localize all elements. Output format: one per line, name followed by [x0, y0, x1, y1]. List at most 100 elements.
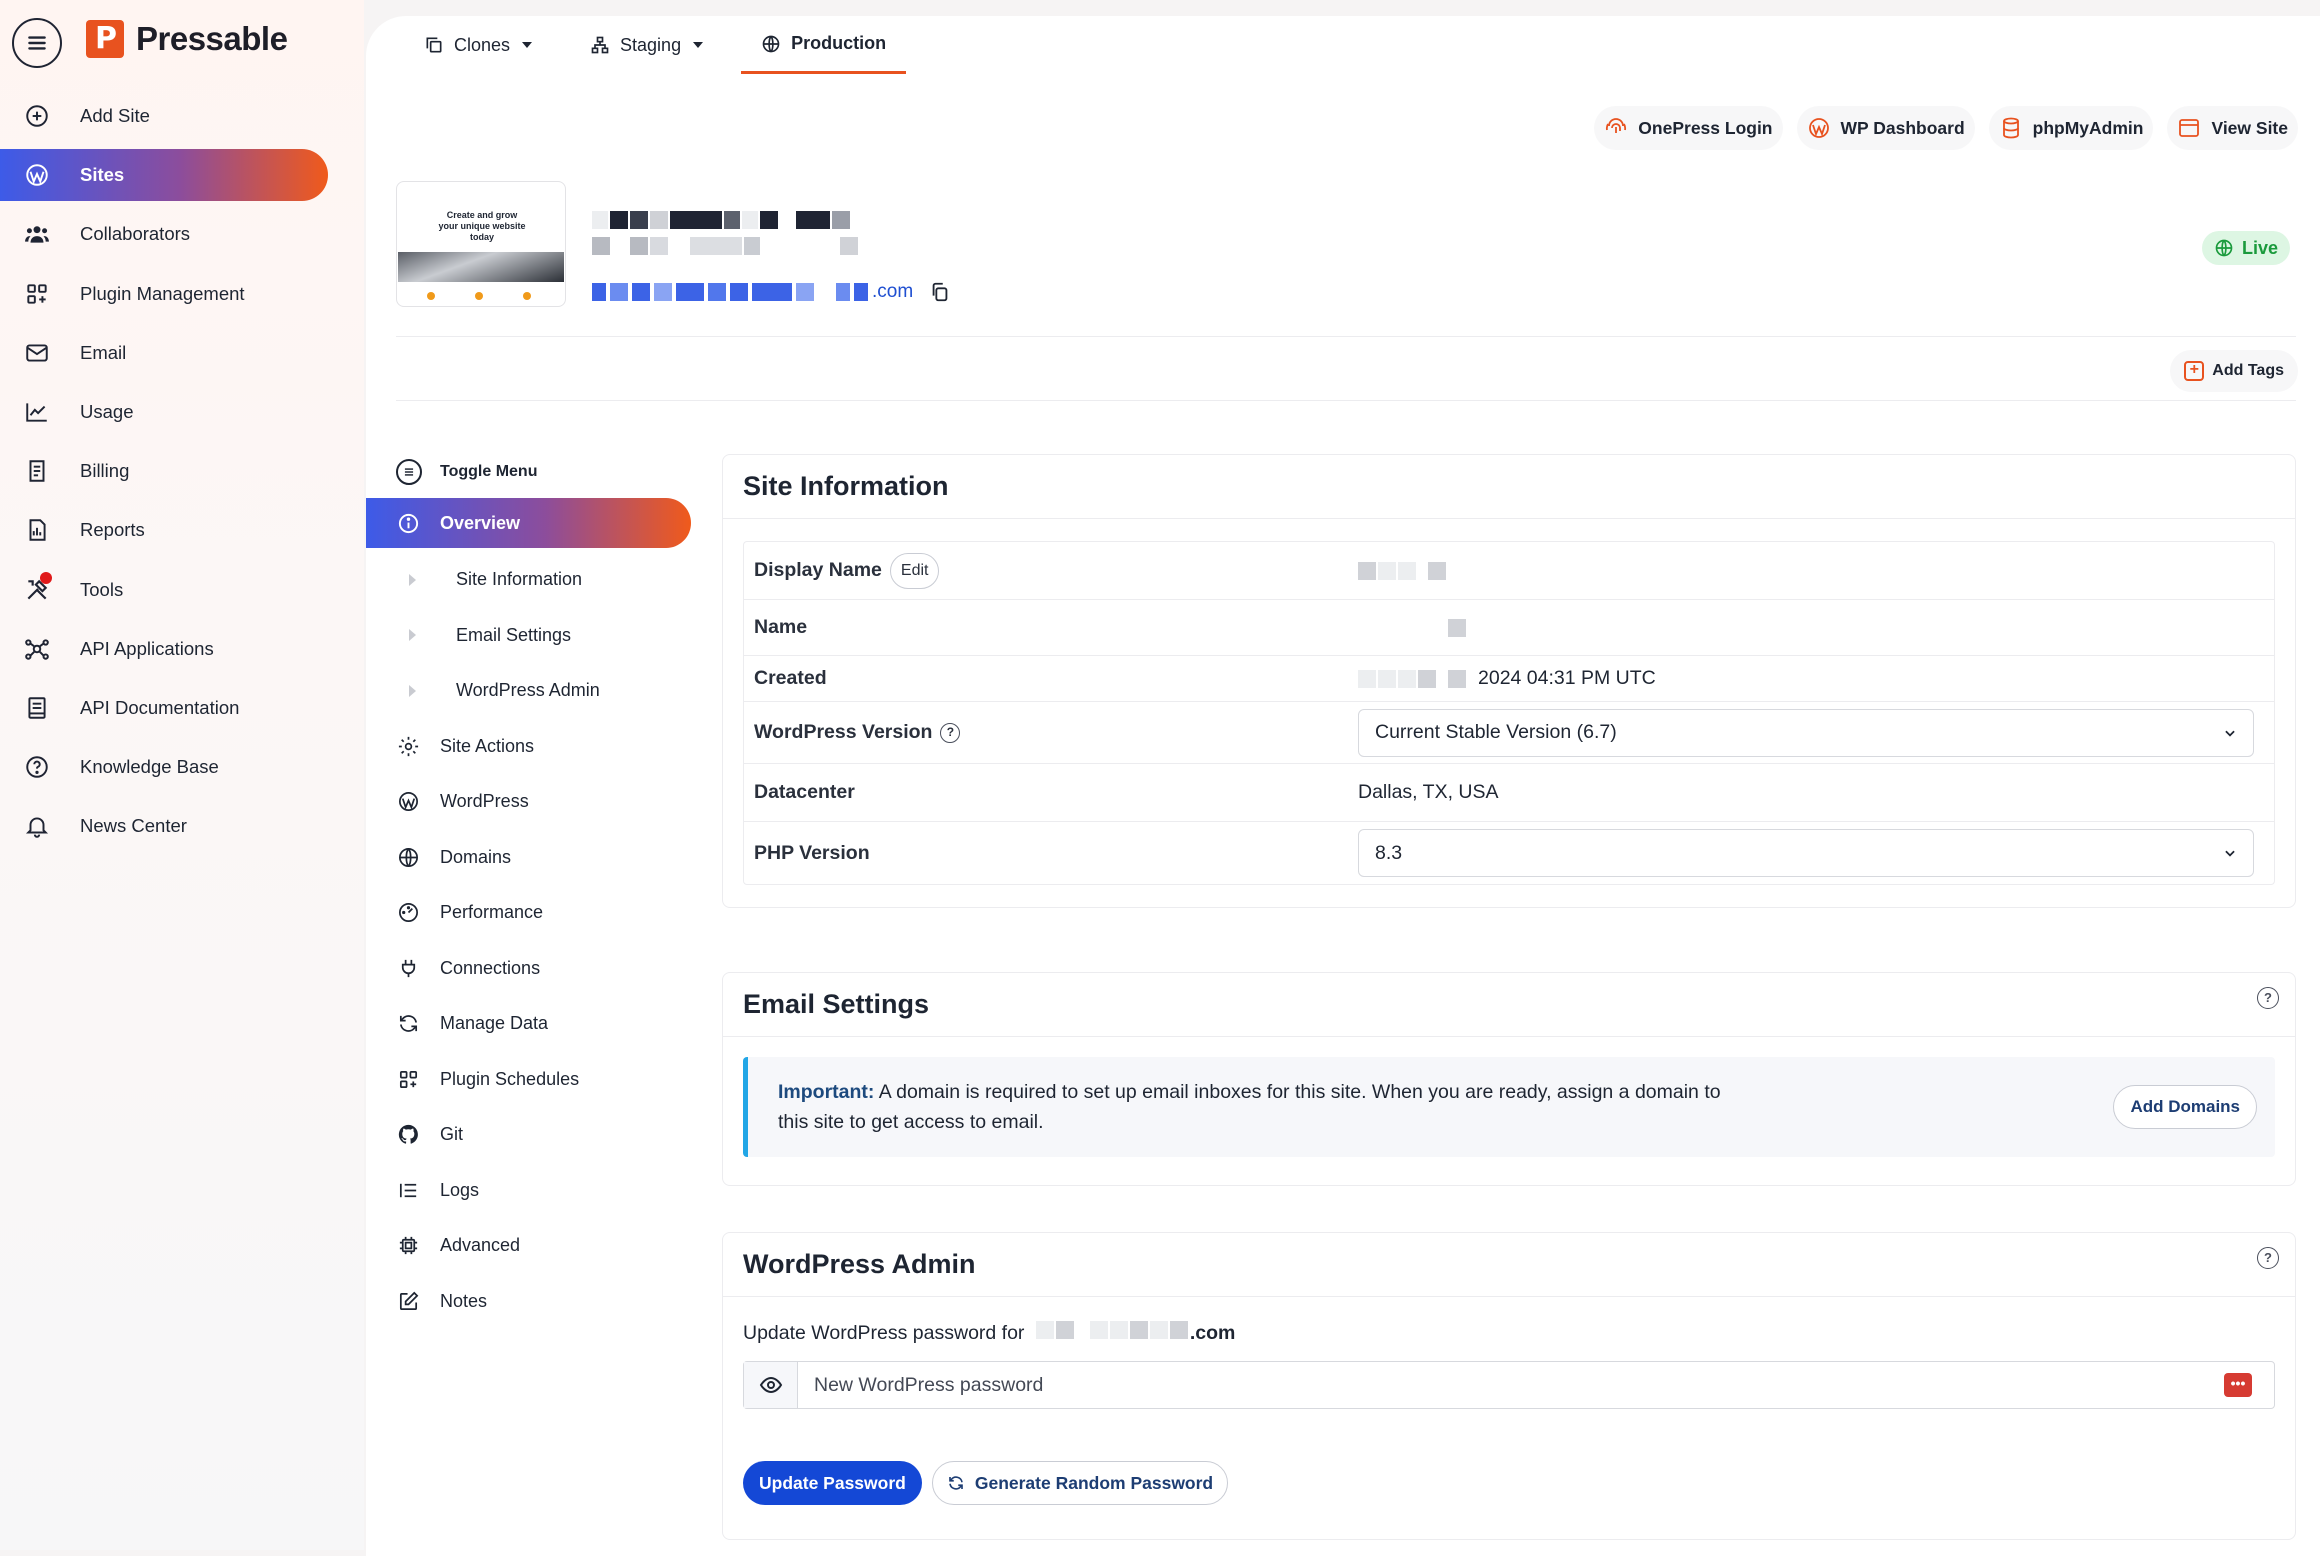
submenu-item-performance[interactable]: Performance: [366, 885, 696, 941]
tab-production[interactable]: Production: [741, 16, 907, 74]
card-title: Email Settings: [723, 973, 2295, 1037]
tab-staging[interactable]: Staging: [570, 16, 723, 74]
update-password-button[interactable]: Update Password: [743, 1461, 922, 1505]
sidebar-item-api-applications[interactable]: API Applications: [0, 623, 364, 675]
toggle-menu-button[interactable]: Toggle Menu: [366, 446, 696, 498]
sidebar-item-collaborators[interactable]: Collaborators: [0, 208, 364, 260]
submenu-item-site-actions[interactable]: Site Actions: [366, 719, 696, 775]
submenu-item-label: Domains: [440, 846, 512, 867]
submenu-item-label: Email Settings: [456, 624, 572, 645]
row-key: Display Name Edit: [744, 552, 1358, 589]
submenu-item-label: Manage Data: [440, 1013, 549, 1034]
submenu-item-label: Logs: [440, 1179, 480, 1200]
sidebar-item-sites[interactable]: Sites: [0, 149, 328, 202]
quick-link-label: WP Dashboard: [1840, 117, 1965, 138]
quick-link-label: OnePress Login: [1638, 117, 1773, 138]
submenu-item-site-information[interactable]: Site Information: [366, 552, 696, 608]
display-name-value-redacted: [1358, 561, 2274, 580]
help-icon[interactable]: ?: [2257, 1247, 2279, 1269]
table-row: Created 2024 04:31 PM UTC: [744, 656, 2274, 702]
email-settings-card: Email Settings ? Important: A domain is …: [722, 972, 2296, 1186]
password-manager-icon[interactable]: •••: [2224, 1373, 2252, 1397]
table-row: PHP Version 8.3: [744, 822, 2274, 884]
divider: [396, 400, 2296, 401]
sidebar-item-label: API Documentation: [80, 696, 240, 718]
submenu-item-wordpress[interactable]: WordPress: [366, 774, 696, 830]
row-key: WordPress Version?: [744, 721, 1358, 744]
sidebar-item-reports[interactable]: Reports: [0, 504, 364, 556]
help-icon[interactable]: ?: [940, 722, 961, 743]
sidebar-item-tools[interactable]: Tools: [0, 564, 364, 616]
add-domains-button[interactable]: Add Domains: [2113, 1085, 2257, 1129]
add-tags-button[interactable]: + Add Tags: [2170, 350, 2298, 392]
row-key: Created: [754, 667, 827, 689]
submenu-item-notes[interactable]: Notes: [366, 1274, 696, 1330]
site-submenu: Toggle Menu Overview Site Information Em…: [366, 446, 696, 1329]
php-version-value: 8.3: [1375, 841, 1403, 864]
submenu-item-logs[interactable]: Logs: [366, 1163, 696, 1219]
tab-clones[interactable]: Clones: [404, 16, 552, 74]
submenu-item-wordpress-admin[interactable]: WordPress Admin: [366, 663, 696, 719]
row-value: 8.3: [1358, 829, 2274, 877]
submenu-item-label: Overview: [440, 512, 521, 533]
submenu-item-plugin-schedules[interactable]: Plugin Schedules: [366, 1052, 696, 1108]
sidebar-item-news-center[interactable]: News Center: [0, 800, 364, 852]
copy-icon[interactable]: [929, 281, 951, 303]
globe-icon: [762, 35, 780, 52]
database-icon: [2002, 117, 2019, 139]
thumbnail-image: [398, 252, 564, 282]
submenu-item-domains[interactable]: Domains: [366, 830, 696, 886]
quick-link-label: phpMyAdmin: [2032, 117, 2144, 138]
help-icon[interactable]: ?: [2257, 987, 2279, 1009]
submenu-item-label: WordPress Admin: [456, 680, 600, 701]
submenu-item-manage-data[interactable]: Manage Data: [366, 996, 696, 1052]
submenu-item-label: Performance: [440, 902, 544, 923]
clone-icon: [426, 37, 442, 53]
wp-dashboard-button[interactable]: WP Dashboard: [1796, 106, 1975, 150]
sidebar-item-plugin-management[interactable]: Plugin Management: [0, 268, 364, 320]
sidebar-item-knowledge-base[interactable]: Knowledge Base: [0, 741, 364, 793]
status-label: Live: [2241, 237, 2278, 258]
hamburger-menu-button[interactable]: [12, 18, 62, 68]
submenu-item-overview[interactable]: Overview: [366, 498, 691, 548]
sidebar-item-api-documentation[interactable]: API Documentation: [0, 682, 364, 734]
grid-plus-icon: [22, 279, 52, 309]
view-site-button[interactable]: View Site: [2167, 106, 2298, 150]
sidebar-item-add-site[interactable]: Add Site: [0, 90, 364, 142]
show-password-toggle[interactable]: [744, 1362, 798, 1408]
tab-label: Staging: [620, 34, 682, 55]
phpmyadmin-button[interactable]: phpMyAdmin: [1988, 106, 2154, 150]
generate-random-password-button[interactable]: Generate Random Password: [931, 1461, 1229, 1505]
site-thumbnail[interactable]: Create and grow your unique website toda…: [396, 181, 566, 307]
onepress-login-button[interactable]: OnePress Login: [1594, 106, 1783, 150]
wp-version-select[interactable]: Current Stable Version (6.7): [1358, 708, 2254, 757]
site-title-redacted: [592, 211, 882, 261]
submenu-item-connections[interactable]: Connections: [366, 941, 696, 997]
edit-display-name-button[interactable]: Edit: [889, 552, 940, 589]
important-notice: Important: A domain is required to set u…: [743, 1057, 2275, 1157]
submenu-item-git[interactable]: Git: [366, 1107, 696, 1163]
wp-version-label: WordPress Version: [754, 721, 933, 743]
triangle-right-icon: [406, 623, 418, 647]
submenu-item-advanced[interactable]: Advanced: [366, 1218, 696, 1274]
thumbnail-dots: [427, 292, 531, 300]
php-version-select[interactable]: 8.3: [1358, 829, 2254, 877]
sidebar-item-usage[interactable]: Usage: [0, 386, 364, 438]
sidebar-item-billing[interactable]: Billing: [0, 445, 364, 497]
chevron-down-icon: [693, 42, 704, 48]
name-value-redacted: [1358, 618, 2274, 637]
sidebar-item-email[interactable]: Email: [0, 327, 364, 379]
sync-icon: [396, 1012, 420, 1036]
submenu-item-email-settings[interactable]: Email Settings: [366, 608, 696, 664]
new-password-input[interactable]: New WordPress password: [798, 1374, 2224, 1397]
card-title: WordPress Admin: [723, 1233, 2295, 1297]
brand-logo[interactable]: P Pressable: [86, 20, 288, 58]
site-url-link[interactable]: .com: [592, 281, 951, 303]
submenu-item-label: Git: [440, 1124, 464, 1145]
card-title: Site Information: [723, 455, 2295, 519]
network-icon: [22, 634, 52, 664]
chevron-down-icon: [2225, 850, 2235, 857]
table-row: Datacenter Dallas, TX, USA: [744, 764, 2274, 822]
github-icon: [396, 1123, 420, 1147]
row-key: Name: [754, 616, 808, 638]
